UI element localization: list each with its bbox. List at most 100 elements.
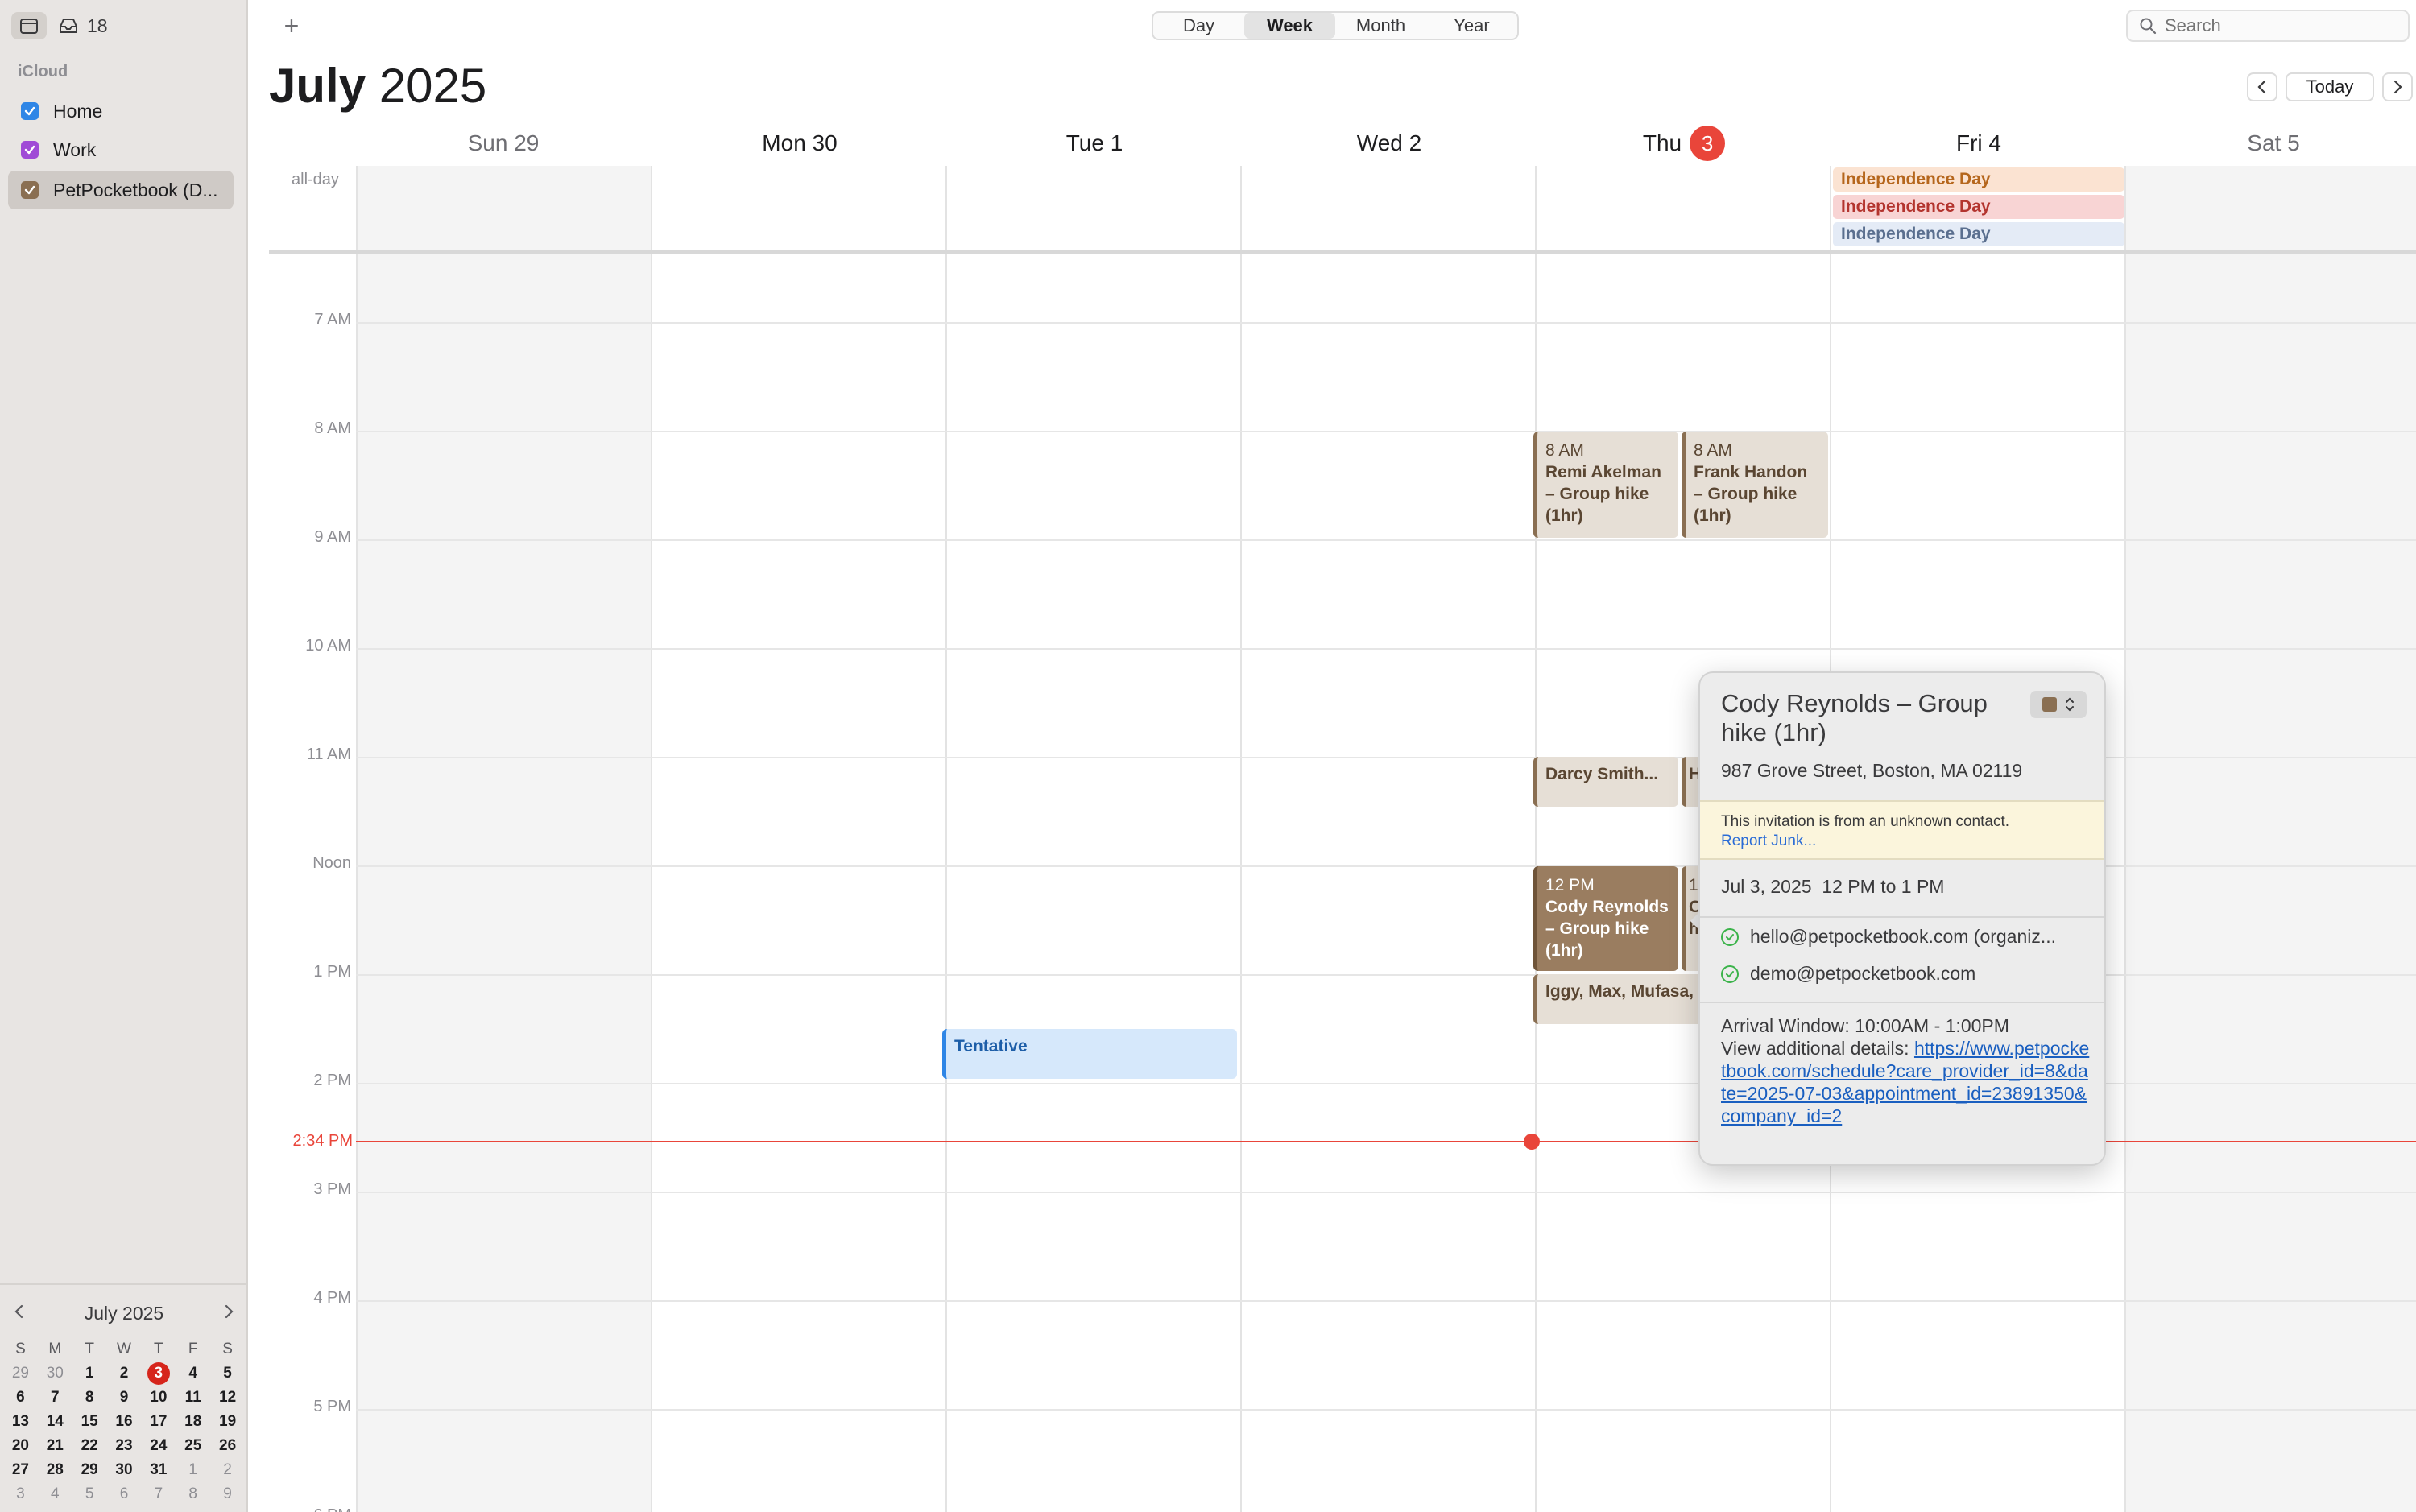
event-remi-akelman[interactable]: 8 AM Remi Akelman – Group hike (1hr) [1533, 432, 1678, 538]
day-header-mon[interactable]: Mon 30 [652, 126, 947, 161]
next-week-button[interactable] [2382, 72, 2413, 101]
mini-calendar-day[interactable]: 29 [3, 1362, 38, 1385]
previous-week-button[interactable] [2247, 72, 2277, 101]
mini-calendar-day[interactable]: 8 [72, 1386, 107, 1409]
mini-calendar-day[interactable]: 1 [176, 1459, 210, 1481]
mini-calendar-day[interactable]: 29 [72, 1459, 107, 1481]
mini-calendar-day[interactable]: 3 [141, 1362, 176, 1385]
mini-calendar-day[interactable]: 8 [176, 1483, 210, 1506]
hour-gridline [356, 865, 2416, 867]
mini-calendar-day[interactable]: 27 [3, 1459, 38, 1481]
event-to: to [1880, 876, 1897, 897]
event-frank-handon[interactable]: 8 AM Frank Handon – Group hike (1hr) [1682, 432, 1828, 538]
mini-calendar-day[interactable]: 30 [107, 1459, 142, 1481]
day-header-fri[interactable]: Fri 4 [1831, 126, 2126, 161]
sidebar-item-work[interactable]: Work [8, 130, 234, 169]
report-junk-link[interactable]: Report Junk... [1721, 832, 2087, 850]
attendee-email: demo@petpocketbook.com [1750, 963, 1976, 984]
calendars-toggle-button[interactable] [11, 12, 47, 39]
mini-calendar-day[interactable]: 22 [72, 1435, 107, 1457]
mini-calendar-day[interactable]: 7 [141, 1483, 176, 1506]
mini-calendar-day[interactable]: 26 [210, 1435, 245, 1457]
allday-event[interactable]: Independence Day [1833, 195, 2124, 219]
inbox-button[interactable]: 18 [58, 15, 108, 37]
tab-year[interactable]: Year [1426, 13, 1517, 39]
calendar-color-picker[interactable] [2030, 691, 2087, 718]
current-time-line [356, 1141, 2416, 1142]
mini-calendar-day[interactable]: 1 [72, 1362, 107, 1385]
mini-calendar-day[interactable]: 19 [210, 1411, 245, 1433]
mini-calendar-day[interactable]: 5 [72, 1483, 107, 1506]
mini-calendar-day[interactable]: 17 [141, 1411, 176, 1433]
event-cody-reynolds[interactable]: 12 PM Cody Reynolds – Group hike (1hr) [1533, 866, 1678, 971]
mini-calendar-day[interactable]: 9 [210, 1483, 245, 1506]
mini-calendar-day[interactable]: 28 [38, 1459, 72, 1481]
mini-calendar-day[interactable]: 4 [176, 1362, 210, 1385]
add-event-button[interactable]: + [275, 10, 308, 42]
chevron-right-icon[interactable] [221, 1303, 237, 1324]
plus-icon: + [283, 10, 300, 40]
mini-calendar-day[interactable]: 12 [210, 1386, 245, 1409]
mini-calendar-day[interactable]: 16 [107, 1411, 142, 1433]
hour-label: 11 AM [306, 746, 351, 763]
popover-event-title[interactable]: Cody Reynolds – Group hike (1hr) [1721, 689, 2027, 747]
current-time-label: 2:34 PM [292, 1132, 353, 1150]
mini-calendar-day[interactable]: 20 [3, 1435, 38, 1457]
hour-label: 2 PM [313, 1072, 351, 1089]
mini-calendar-day[interactable]: 24 [141, 1435, 176, 1457]
mini-calendar-day[interactable]: 18 [176, 1411, 210, 1433]
attendee-row[interactable]: hello@petpocketbook.com (organiz... [1721, 926, 2056, 948]
day-header-sat[interactable]: Sat 5 [2126, 126, 2416, 161]
day-header-wed[interactable]: Wed 2 [1242, 126, 1537, 161]
hour-gridline [356, 1409, 2416, 1411]
mini-calendar-day[interactable]: 6 [107, 1483, 142, 1506]
mini-calendar-day[interactable]: 21 [38, 1435, 72, 1457]
column-divider [2124, 166, 2126, 1512]
checkbox-checked-icon[interactable] [21, 141, 39, 159]
mini-calendar-day[interactable]: 3 [3, 1483, 38, 1506]
checkbox-checked-icon[interactable] [21, 102, 39, 120]
mini-calendar-day[interactable]: 15 [72, 1411, 107, 1433]
event-darcy-smith[interactable]: Darcy Smith... [1533, 757, 1678, 807]
hour-gridline [356, 1300, 2416, 1302]
tab-week[interactable]: Week [1244, 13, 1335, 39]
tab-month[interactable]: Month [1335, 13, 1426, 39]
allday-event[interactable]: Independence Day [1833, 222, 2124, 246]
search-input[interactable] [2165, 15, 2390, 36]
mini-calendar-day[interactable]: 23 [107, 1435, 142, 1457]
mini-calendar-day[interactable]: 31 [141, 1459, 176, 1481]
calendar-color-swatch [2042, 697, 2057, 712]
accepted-check-icon [1721, 927, 1739, 946]
mini-calendar-day[interactable]: 2 [107, 1362, 142, 1385]
popover-date-time[interactable]: Jul 3, 2025 12 PM to 1 PM [1721, 876, 1944, 898]
allday-event[interactable]: Independence Day [1833, 167, 2124, 192]
mini-calendar-day[interactable]: 25 [176, 1435, 210, 1457]
mini-calendar-day[interactable]: 7 [38, 1386, 72, 1409]
sidebar-item-home[interactable]: Home [8, 92, 234, 130]
calendar-name: PetPocketbook (D... [53, 179, 218, 200]
event-time: 8 AM [1694, 441, 1732, 460]
checkbox-checked-icon[interactable] [21, 181, 39, 199]
event-tentative[interactable]: Tentative [942, 1029, 1237, 1079]
mini-calendar-day[interactable]: 10 [141, 1386, 176, 1409]
mini-calendar-day[interactable]: 2 [210, 1459, 245, 1481]
sidebar-item-petpocketbook[interactable]: PetPocketbook (D... [8, 171, 234, 209]
mini-calendar-day[interactable]: 5 [210, 1362, 245, 1385]
mini-calendar-day[interactable]: 14 [38, 1411, 72, 1433]
mini-calendar-day[interactable]: 11 [176, 1386, 210, 1409]
tab-day[interactable]: Day [1153, 13, 1244, 39]
attendee-row[interactable]: demo@petpocketbook.com [1721, 963, 1975, 985]
mini-calendar-day[interactable]: 13 [3, 1411, 38, 1433]
day-header-thu[interactable]: Thu 3 [1537, 126, 1831, 161]
chevron-right-icon [2393, 80, 2402, 94]
day-header-tue[interactable]: Tue 1 [947, 126, 1242, 161]
mini-calendar-day[interactable]: 9 [107, 1386, 142, 1409]
today-button[interactable]: Today [2286, 72, 2374, 101]
mini-calendar-day[interactable]: 6 [3, 1386, 38, 1409]
day-header-sun[interactable]: Sun 29 [356, 126, 651, 161]
chevron-left-icon[interactable] [11, 1303, 27, 1324]
popover-location[interactable]: 987 Grove Street, Boston, MA 02119 [1721, 760, 2022, 782]
mini-calendar-day[interactable]: 30 [38, 1362, 72, 1385]
mini-calendar-day[interactable]: 4 [38, 1483, 72, 1506]
event-iggy-max-mufasa[interactable]: Iggy, Max, Mufasa, [1533, 974, 1702, 1024]
